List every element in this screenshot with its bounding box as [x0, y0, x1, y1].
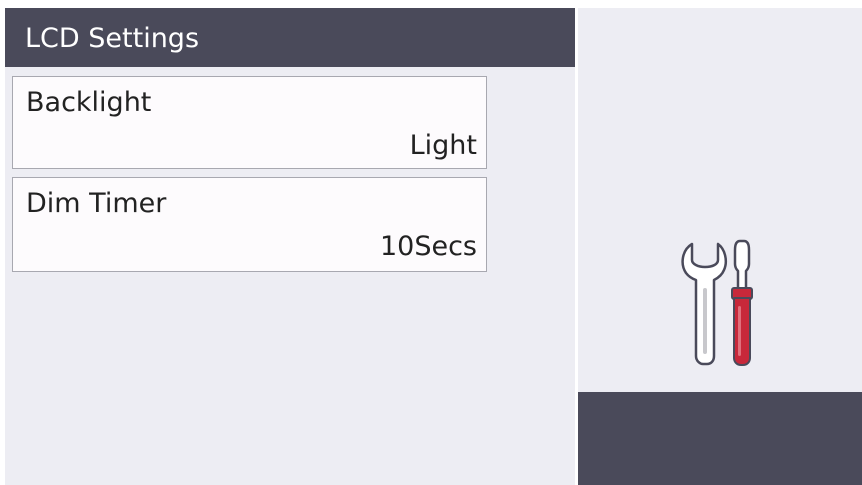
- wrench-screwdriver-icon: [678, 236, 768, 370]
- menu-item-backlight[interactable]: Backlight Light: [12, 76, 487, 169]
- lcd-screen: LCD Settings Backlight Light Dim Timer 1…: [5, 8, 862, 485]
- menu-item-dim-timer[interactable]: Dim Timer 10Secs: [12, 177, 487, 272]
- status-bar: [578, 392, 862, 485]
- page-title: LCD Settings: [5, 8, 575, 67]
- icon-panel: [578, 8, 862, 485]
- menu-item-value: 10Secs: [379, 231, 477, 262]
- settings-panel: LCD Settings Backlight Light Dim Timer 1…: [5, 8, 575, 485]
- menu-item-label: Dim Timer: [26, 188, 167, 219]
- menu-item-label: Backlight: [26, 87, 152, 118]
- menu-item-value: Light: [409, 130, 477, 161]
